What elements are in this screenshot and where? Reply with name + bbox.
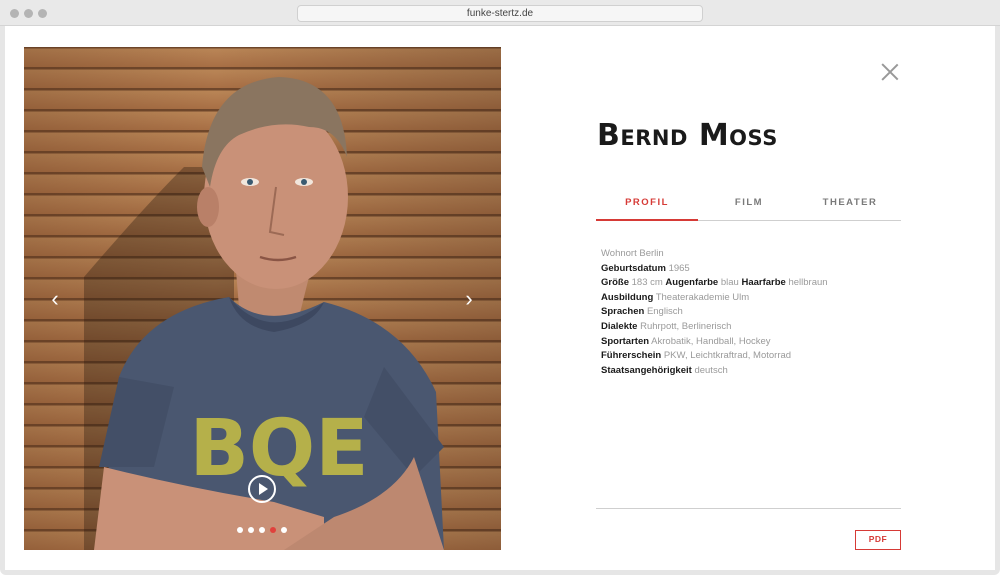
haarfarbe-value: hellbraun <box>788 277 828 289</box>
tab-film[interactable]: FILM <box>698 197 800 208</box>
geburtsdatum-label: Geburtsdatum <box>601 262 666 274</box>
dialekte-value: Ruhrpott, Berlinerisch <box>640 320 732 332</box>
profile-tabs: PROFIL FILM THEATER <box>596 189 901 221</box>
person-name: Bernd Moss <box>597 118 778 153</box>
ausbildung-value: Theaterakademie Ulm <box>655 291 750 303</box>
window-minimize-dot[interactable] <box>24 9 33 18</box>
tab-profil[interactable]: PROFIL <box>596 197 698 208</box>
wohnort-value: Wohnort Berlin <box>601 248 664 259</box>
augenfarbe-label: Augenfarbe <box>665 277 719 289</box>
profile-row-fuehrerschein: Führerschein PKW, Leichtkraftrad, Motorr… <box>601 349 901 364</box>
active-tab-indicator <box>596 219 698 221</box>
staat-value: deutsch <box>694 364 728 376</box>
gallery-dot[interactable] <box>237 527 243 533</box>
profile-details: Wohnort Berlin Geburtsdatum 1965 Größe 1… <box>601 247 901 378</box>
chevron-left-icon: ‹ <box>51 286 59 311</box>
play-icon <box>259 483 268 495</box>
sprachen-label: Sprachen <box>601 306 645 318</box>
window-close-dot[interactable] <box>10 9 19 18</box>
sprachen-value: Englisch <box>646 306 683 318</box>
play-video-button[interactable] <box>248 475 276 503</box>
gallery-dot-active[interactable] <box>270 527 276 533</box>
profile-row-sprachen: Sprachen Englisch <box>601 305 901 320</box>
geburtsdatum-value: 1965 <box>668 262 690 274</box>
profile-row-wohnort: Wohnort Berlin <box>601 247 901 262</box>
tab-theater[interactable]: THEATER <box>799 197 901 208</box>
pdf-download-button[interactable]: PDF <box>855 530 901 550</box>
fuehrerschein-value: PKW, Leichtkraftrad, Motorrad <box>663 350 792 362</box>
sportarten-value: Akrobatik, Handball, Hockey <box>651 335 771 347</box>
section-divider <box>596 508 901 509</box>
profile-row-geburtsdatum: Geburtsdatum 1965 <box>601 262 901 277</box>
sportarten-label: Sportarten <box>601 335 650 347</box>
groesse-label: Größe <box>601 277 629 289</box>
gallery-prev-button[interactable]: ‹ <box>45 287 65 311</box>
dialekte-label: Dialekte <box>601 320 638 332</box>
ausbildung-label: Ausbildung <box>601 291 654 303</box>
gallery-dot[interactable] <box>248 527 254 533</box>
shirt-print-text: BQE <box>189 404 368 494</box>
profile-row-dialekte: Dialekte Ruhrpott, Berlinerisch <box>601 320 901 335</box>
profile-row-sportarten: Sportarten Akrobatik, Handball, Hockey <box>601 335 901 350</box>
fuehrerschein-label: Führerschein <box>601 350 662 362</box>
profile-row-ausbildung: Ausbildung Theaterakademie Ulm <box>601 291 901 306</box>
url-bar[interactable]: funke-stertz.de <box>297 5 703 22</box>
browser-titlebar: funke-stertz.de <box>0 0 1000 26</box>
staat-label: Staatsangehörigkeit <box>601 364 692 376</box>
browser-window: funke-stertz.de BQE ‹ › Bernd Moss PROFI… <box>0 0 1000 575</box>
augenfarbe-value: blau <box>720 277 739 289</box>
close-icon[interactable] <box>881 63 899 81</box>
window-maximize-dot[interactable] <box>38 9 47 18</box>
portrait-gallery: BQE ‹ › <box>24 47 501 550</box>
gallery-next-button[interactable]: › <box>459 287 479 311</box>
gallery-dot[interactable] <box>259 527 265 533</box>
profile-row-koerper: Größe 183 cm Augenfarbe blau Haarfarbe h… <box>601 276 901 291</box>
chevron-right-icon: › <box>465 286 473 311</box>
profile-row-staatsangehoerigkeit: Staatsangehörigkeit deutsch <box>601 364 901 379</box>
page-viewport: BQE ‹ › Bernd Moss PROFIL FILM THEATER W… <box>5 26 995 570</box>
gallery-dot[interactable] <box>281 527 287 533</box>
haarfarbe-label: Haarfarbe <box>741 277 786 289</box>
groesse-value: 183 cm <box>631 277 663 289</box>
